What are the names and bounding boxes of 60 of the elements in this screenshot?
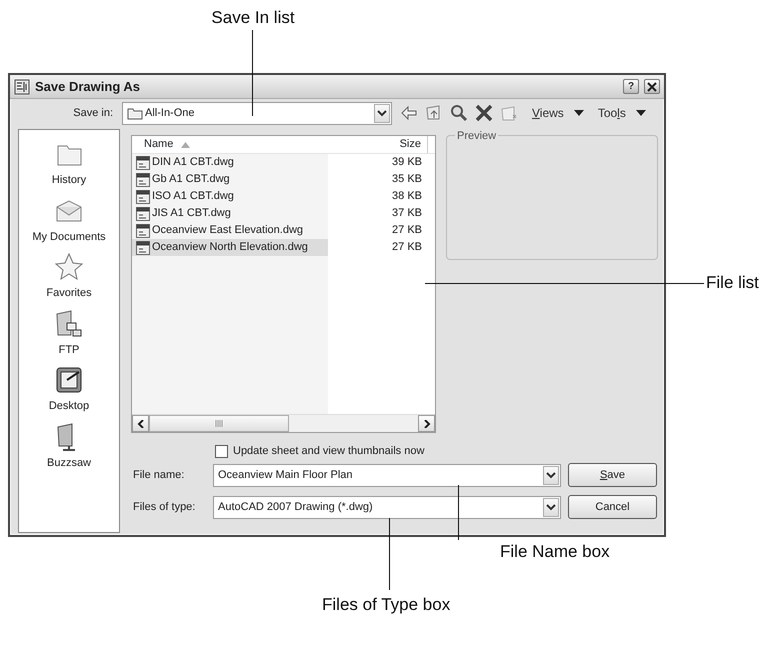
- table-cell-text: 35 KB: [391, 172, 423, 188]
- help-button[interactable]: ?: [623, 79, 639, 94]
- callout-label: Save In list: [210, 8, 296, 28]
- back-arrow-icon[interactable]: [400, 104, 418, 122]
- file-row[interactable]: DIN A1 CBT.dwg: [132, 154, 328, 171]
- file-type-dropdown[interactable]: AutoCAD 2007 Drawing (*.dwg): [213, 496, 561, 518]
- drawing-file-icon: [136, 240, 150, 254]
- dialog-button[interactable]: Save: [568, 463, 657, 487]
- field-label: Save in:: [72, 106, 114, 121]
- dropdown-arrow-icon: [574, 110, 584, 116]
- close-icon: [647, 82, 657, 92]
- callout-label: File list: [706, 273, 759, 293]
- file-row[interactable]: Oceanview North Elevation.dwg: [132, 239, 328, 256]
- table-cell-text: 39 KB: [391, 155, 423, 170]
- field-label: File name:: [132, 468, 186, 483]
- places-bar-item[interactable]: FTP: [53, 308, 85, 358]
- scroll-left-icon: [136, 420, 144, 428]
- field-label: Files of type:: [132, 500, 196, 515]
- callout-label: File Name box: [500, 542, 610, 562]
- drawing-file-icon: [136, 206, 150, 220]
- table-cell-text: 38 KB: [391, 189, 423, 204]
- table-cell-text: 27 KB: [391, 240, 423, 256]
- file-name-field[interactable]: Oceanview Main Floor Plan: [213, 464, 561, 486]
- places-bar-item[interactable]: Favorites: [46, 251, 92, 302]
- file-row[interactable]: ISO A1 CBT.dwg: [132, 188, 328, 205]
- checkbox-label: Update sheet and view thumbnails now: [233, 444, 424, 459]
- checkbox[interactable]: [215, 444, 228, 458]
- delete-icon[interactable]: [475, 104, 493, 122]
- file-row[interactable]: Gb A1 CBT.dwg: [132, 171, 328, 188]
- scroll-right-icon: [422, 420, 430, 428]
- file-row[interactable]: Oceanview East Elevation.dwg: [132, 222, 328, 239]
- sort-arrow-icon: [181, 142, 190, 148]
- menu-button[interactable]: Tools: [598, 104, 646, 122]
- drawing-file-icon: [136, 156, 150, 170]
- column-header[interactable]: Size: [328, 136, 428, 153]
- table-cell-text: 27 KB: [391, 223, 423, 238]
- file-row[interactable]: JIS A1 CBT.dwg: [132, 205, 328, 222]
- drawing-file-icon: [136, 190, 150, 204]
- dialog-button[interactable]: Cancel: [568, 495, 657, 519]
- app-icon: [14, 78, 30, 94]
- menu-button[interactable]: Views: [532, 104, 584, 122]
- horizontal-scrollbar[interactable]: [132, 414, 435, 432]
- save-in-value: All-In-One: [145, 106, 195, 121]
- leader-line: [389, 518, 390, 590]
- save-in-dropdown[interactable]: All-In-One: [122, 102, 392, 124]
- drawing-file-icon: [136, 224, 150, 238]
- search-icon[interactable]: [450, 104, 468, 122]
- places-bar-item[interactable]: History: [52, 138, 86, 188]
- places-bar-item[interactable]: My Documents: [32, 194, 106, 245]
- column-header[interactable]: Name: [136, 136, 190, 153]
- places-bar-item[interactable]: Desktop: [48, 364, 90, 414]
- places-bar-item[interactable]: Buzzsaw: [46, 420, 92, 471]
- window-title: Save Drawing As: [35, 78, 140, 96]
- callout-label: Files of Type box: [322, 595, 450, 615]
- close-button[interactable]: [644, 79, 660, 94]
- leader-line: [458, 485, 459, 540]
- table-cell-text: 37 KB: [391, 206, 423, 222]
- grip-icon: [215, 420, 223, 427]
- dropdown-arrow-icon: [636, 110, 646, 116]
- drawing-file-icon: [136, 172, 150, 186]
